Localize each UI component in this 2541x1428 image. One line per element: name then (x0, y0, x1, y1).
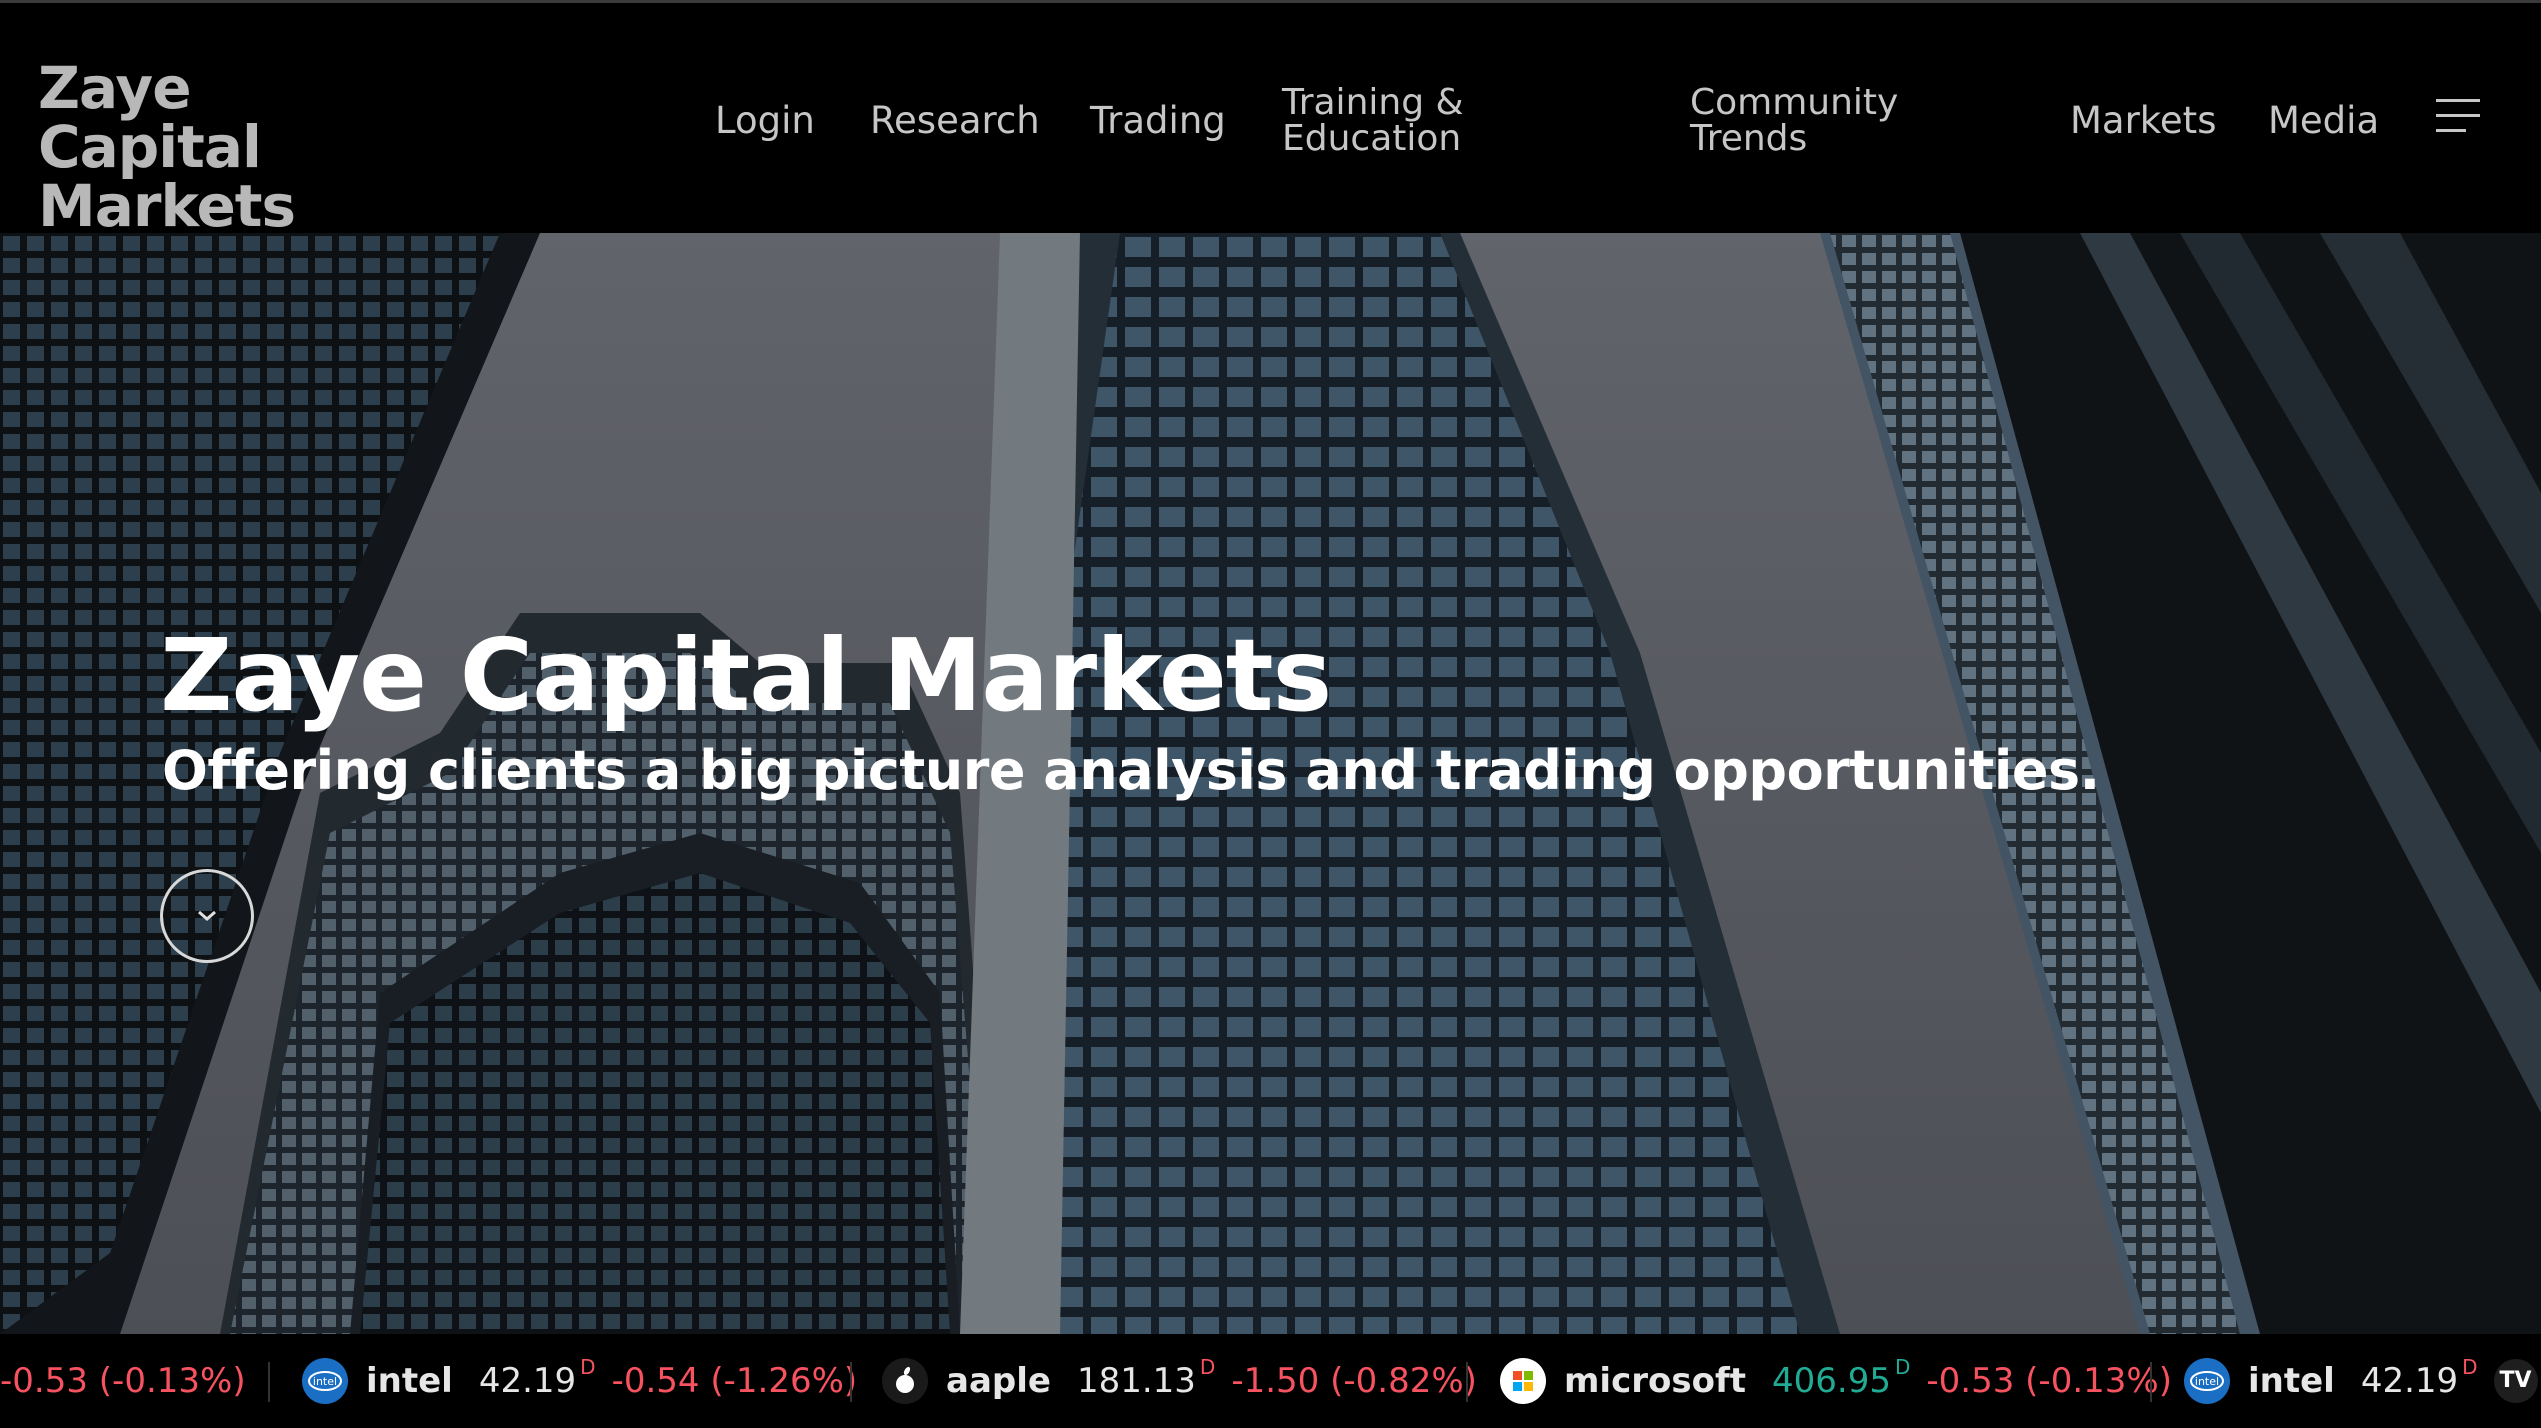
scroll-down-button[interactable] (160, 869, 254, 963)
ticker-item[interactable]: aaple 181.13 D -1.50 (-0.82%) (882, 1334, 1477, 1428)
ticker-price: 181.13 (1076, 1361, 1196, 1401)
ticker-flag: D (1199, 1355, 1216, 1379)
hero-subtitle: Offering clients a big picture analysis … (162, 739, 2100, 802)
nav-trading[interactable]: Trading (1090, 102, 1226, 139)
ticker-divider (2150, 1362, 2152, 1402)
ticker-flag: D (1894, 1355, 1911, 1379)
site-logo[interactable]: Zaye Capital Markets (38, 59, 418, 236)
ticker-price: 406.95 (1772, 1361, 1891, 1401)
nav-markets[interactable]: Markets (2070, 102, 2216, 139)
ticker-flag: D (580, 1355, 596, 1379)
site-header: Zaye Capital Markets Login Research Trad… (0, 3, 2541, 236)
ticker-name: intel (2248, 1361, 2335, 1401)
nav-training-education[interactable]: Training & Education (1282, 85, 1522, 157)
ticker-name: microsoft (1564, 1361, 1747, 1401)
hamburger-menu-icon[interactable] (2436, 99, 2484, 139)
ticker-change: -0.53 (-0.13%) (0, 1361, 246, 1401)
chevron-down-icon (198, 910, 216, 921)
svg-text:intel: intel (2195, 1375, 2219, 1388)
nav-media[interactable]: Media (2268, 102, 2379, 139)
apple-logo-icon (882, 1358, 928, 1404)
hero-title: Zaye Capital Markets (160, 617, 1332, 734)
ticker-item[interactable]: intel intel 42.19 D -0.54 (-1.26%) (302, 1334, 857, 1428)
intel-logo-icon: intel (2184, 1358, 2230, 1404)
stock-ticker-tape[interactable]: -0.53 (-0.13%) intel intel 42.19 D -0.54… (0, 1334, 2541, 1428)
ticker-name: aaple (946, 1361, 1051, 1401)
ticker-item[interactable]: -0.53 (-0.13%) (0, 1334, 246, 1428)
intel-logo-icon: intel (302, 1358, 348, 1404)
ticker-item[interactable]: microsoft 406.95 D -0.53 (-0.13%) (1500, 1334, 2172, 1428)
ticker-price: 42.19 (478, 1361, 577, 1401)
hero-section: Zaye Capital Markets Offering clients a … (0, 233, 2541, 1334)
svg-text:intel: intel (313, 1375, 337, 1388)
nav-community-trends[interactable]: Community Trends (1690, 85, 1970, 157)
microsoft-logo-icon (1500, 1358, 1546, 1404)
tradingview-badge-icon[interactable]: TV (2493, 1359, 2538, 1403)
ticker-divider (268, 1362, 270, 1402)
ticker-change: -0.54 (-1.26%) (611, 1361, 858, 1401)
ticker-divider (1466, 1362, 1468, 1402)
ticker-change: -1.50 (-0.82%) (1231, 1361, 1477, 1401)
ticker-change: -0.53 (-0.13%) (1926, 1361, 2172, 1401)
ticker-flag: D (2462, 1355, 2478, 1379)
ticker-item[interactable]: intel intel 42.19 D TV 5 (2184, 1334, 2541, 1428)
ticker-price: 42.19 (2360, 1361, 2459, 1401)
ticker-name: intel (366, 1361, 453, 1401)
ticker-divider (850, 1362, 852, 1402)
nav-login[interactable]: Login (715, 102, 815, 139)
nav-research[interactable]: Research (870, 102, 1040, 139)
